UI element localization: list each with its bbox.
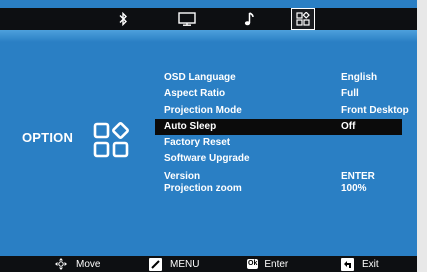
- menu-item-projection-zoom[interactable]: Projection zoom 100%: [155, 183, 413, 195]
- music-note-icon[interactable]: [238, 8, 260, 30]
- ok-key-icon: Ok: [247, 259, 259, 269]
- option-section-icon: [93, 122, 129, 158]
- menu-item-aspect-ratio[interactable]: Aspect Ratio Full: [155, 86, 413, 102]
- menu-item-label: Aspect Ratio: [164, 88, 226, 100]
- menu-item-value: Full: [341, 88, 359, 100]
- hint-enter: Ok Enter: [247, 256, 288, 272]
- hint-exit: Exit: [341, 256, 379, 272]
- menu-item-value: Off: [341, 120, 356, 132]
- option-grid-icon[interactable]: [291, 8, 315, 30]
- menu-item-factory-reset[interactable]: Factory Reset: [155, 135, 413, 151]
- section-title: OPTION: [22, 130, 74, 145]
- menu-item-value: ENTER: [341, 170, 375, 182]
- menu-item-label: Auto Sleep: [164, 120, 217, 132]
- back-arrow-icon: [341, 257, 354, 271]
- settings-menu: OSD Language English Aspect Ratio Full P…: [155, 70, 413, 195]
- move-arrows-icon: [55, 258, 67, 270]
- menu-item-label: Factory Reset: [164, 137, 231, 149]
- menu-item-software-upgrade[interactable]: Software Upgrade: [155, 151, 413, 167]
- menu-item-projection-mode[interactable]: Projection Mode Front Desktop: [155, 103, 413, 119]
- menu-item-label: OSD Language: [164, 72, 236, 83]
- top-tab-bar: [0, 8, 417, 30]
- photo-background-right: [417, 0, 427, 272]
- hint-menu: MENU: [149, 256, 199, 272]
- menu-item-label: Projection Mode: [164, 104, 242, 116]
- menu-item-value: 100%: [341, 182, 367, 194]
- menu-item-osd-language[interactable]: OSD Language English: [155, 70, 413, 86]
- menu-item-value: Front Desktop: [341, 104, 409, 116]
- hint-move-label: Move: [76, 258, 101, 270]
- panel-highlight: [0, 30, 417, 42]
- hint-menu-label: MENU: [170, 258, 200, 270]
- menu-key-icon: [149, 257, 162, 271]
- menu-item-label: Version: [164, 170, 201, 182]
- menu-item-label: Software Upgrade: [164, 153, 250, 165]
- menu-item-version[interactable]: Version ENTER: [155, 171, 413, 183]
- bluetooth-icon[interactable]: [112, 8, 134, 30]
- menu-item-label: Projection zoom: [164, 182, 242, 194]
- menu-item-value: English: [341, 72, 378, 83]
- monitor-icon[interactable]: [176, 8, 198, 30]
- osd-screen: OPTION OSD Language English Aspect Ratio…: [0, 0, 417, 272]
- hint-enter-label: Enter: [264, 258, 289, 270]
- bottom-hint-bar: Move MENU Ok Enter Exit: [0, 256, 417, 272]
- menu-item-auto-sleep[interactable]: Auto Sleep Off: [155, 118, 402, 136]
- hint-move: Move: [54, 256, 100, 272]
- hint-exit-label: Exit: [362, 258, 379, 270]
